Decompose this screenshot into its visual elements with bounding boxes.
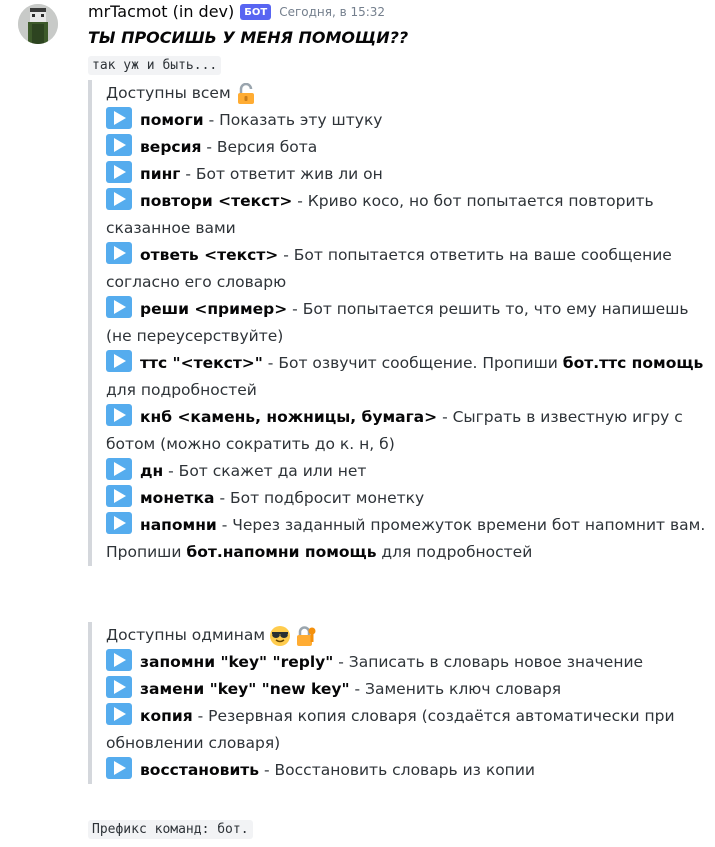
command-item: запомни "key" "reply" - Записать в слова…: [106, 649, 706, 676]
play-arrow-icon: [106, 188, 132, 210]
command-description: - Бот подбросит монетку: [214, 489, 425, 507]
command-name: восстановить: [140, 761, 260, 779]
command-name: монетка: [140, 489, 215, 507]
command-name: напомни: [140, 516, 217, 534]
command-name: запомни "key" "reply": [140, 653, 334, 671]
message-title: ТЫ ПРОСИШЬ У МЕНЯ ПОМОЩИ??: [88, 28, 409, 47]
command-item: реши <пример> - Бот попытается решить то…: [106, 296, 706, 350]
section-title-admins: Доступны одминам: [106, 622, 706, 649]
play-arrow-icon: [106, 296, 132, 318]
command-item: монетка - Бот подбросит монетку: [106, 485, 706, 512]
command-item: помоги - Показать эту штуку: [106, 107, 706, 134]
command-description: - Бот озвучит сообщение. Пропиши: [262, 354, 563, 372]
help-command-name: бот.напомни помощь: [186, 543, 377, 561]
play-arrow-icon: [106, 676, 132, 698]
command-list-admins: запомни "key" "reply" - Записать в слова…: [106, 649, 706, 784]
command-name: замени "key" "new key": [140, 680, 350, 698]
command-name: помоги: [140, 111, 204, 129]
play-arrow-icon: [106, 350, 132, 372]
play-arrow-icon: [106, 134, 132, 156]
command-name: версия: [140, 138, 202, 156]
command-item: замени "key" "new key" - Заменить ключ с…: [106, 676, 706, 703]
prefix-code: Префикс команд: бот.: [88, 820, 253, 839]
command-list-everyone: помоги - Показать эту штуку версия - Верс…: [106, 107, 706, 566]
play-arrow-icon: [106, 649, 132, 671]
timestamp: Сегодня, в 15:32: [279, 4, 386, 19]
play-arrow-icon: [106, 161, 132, 183]
play-arrow-icon: [106, 485, 132, 507]
avatar[interactable]: [18, 4, 58, 44]
bot-tag: БОТ: [240, 3, 272, 20]
command-name: ттс "<текст>": [140, 354, 263, 372]
minecraft-skin-avatar-icon: [18, 4, 58, 44]
help-command-name: бот.ттс помощь: [562, 354, 704, 372]
play-arrow-icon: [106, 703, 132, 725]
play-arrow-icon: [106, 512, 132, 534]
username[interactable]: mrTacmot (in dev): [88, 2, 234, 21]
command-name: кнб <камень, ножницы, бумага>: [140, 408, 438, 426]
play-arrow-icon: [106, 404, 132, 426]
command-item: восстановить - Восстановить словарь из к…: [106, 757, 706, 784]
intro-code: так уж и быть...: [88, 56, 222, 75]
blockquote-everyone: Доступны всем помоги - Показать эту штук…: [88, 80, 706, 566]
command-description-tail: для подробностей: [106, 381, 257, 399]
command-item: напомни - Через заданный промежуток врем…: [106, 512, 706, 566]
command-item: ттс "<текст>" - Бот озвучит сообщение. П…: [106, 350, 706, 404]
play-arrow-icon: [106, 757, 132, 779]
command-description: - Записать в словарь новое значение: [333, 653, 644, 671]
command-description: - Восстановить словарь из копии: [259, 761, 535, 779]
command-name: повтори <текст>: [140, 192, 293, 210]
locked-with-key-icon: [297, 625, 316, 646]
command-name: пинг: [140, 165, 181, 183]
message-header: mrTacmot (in dev) БОТ Сегодня, в 15:32: [88, 2, 385, 21]
command-description: - Бот скажет да или нет: [163, 462, 367, 480]
play-arrow-icon: [106, 242, 132, 264]
command-description: - Версия бота: [201, 138, 318, 156]
command-item: копия - Резервная копия словаря (создаёт…: [106, 703, 706, 757]
command-description: - Заменить ключ словаря: [349, 680, 562, 698]
command-name: реши <пример>: [140, 300, 288, 318]
command-description-tail: для подробностей: [376, 543, 533, 561]
blockquote-admins: Доступны одминам запомни "key" "reply" -…: [88, 622, 706, 784]
command-item: версия - Версия бота: [106, 134, 706, 161]
play-arrow-icon: [106, 107, 132, 129]
command-item: дн - Бот скажет да или нет: [106, 458, 706, 485]
command-name: копия: [140, 707, 193, 725]
sunglasses-face-icon: [270, 625, 291, 646]
unlocked-padlock-icon: [237, 82, 254, 104]
section-title-everyone: Доступны всем: [106, 80, 706, 107]
command-item: ответь <текст> - Бот попытается ответить…: [106, 242, 706, 296]
command-name: ответь <текст>: [140, 246, 279, 264]
command-description: - Бот ответит жив ли он: [180, 165, 383, 183]
command-item: кнб <камень, ножницы, бумага> - Сыграть …: [106, 404, 706, 458]
play-arrow-icon: [106, 458, 132, 480]
command-item: пинг - Бот ответит жив ли он: [106, 161, 706, 188]
command-description: - Показать эту штуку: [203, 111, 383, 129]
command-item: повтори <текст> - Криво косо, но бот поп…: [106, 188, 706, 242]
command-name: дн: [140, 462, 164, 480]
